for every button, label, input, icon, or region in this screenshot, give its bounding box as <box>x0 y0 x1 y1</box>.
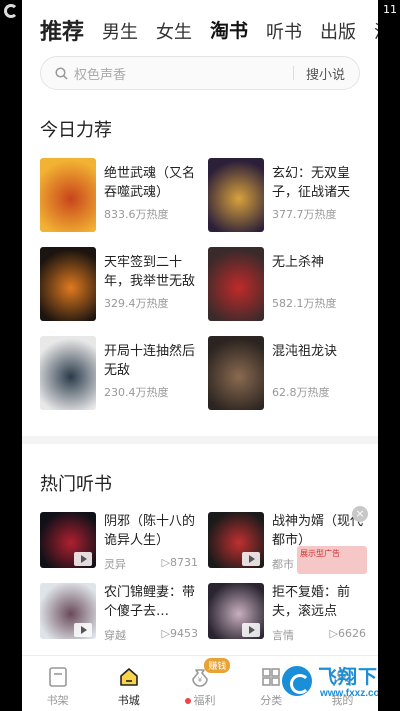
search-button[interactable]: 搜小说 <box>294 64 359 83</box>
nav-label: 福利 <box>164 692 235 708</box>
book-card[interactable]: 天牢签到二十年，我举世无敌 329.4万热度 <box>40 247 200 323</box>
app-screen: 推荐 男生 女生 淘书 听书 出版 漫 权色声香 搜小说 今日力荐 绝世武魂（又… <box>22 0 378 711</box>
bookstore-icon <box>119 668 138 686</box>
book-heat: 230.4万热度 <box>104 386 169 399</box>
nav-label: 书城 <box>117 694 140 707</box>
tab-comic[interactable]: 漫 <box>374 18 378 46</box>
tab-publish[interactable]: 出版 <box>320 18 356 46</box>
book-cover[interactable] <box>40 336 96 410</box>
tab-audiobook[interactable]: 听书 <box>266 18 302 46</box>
audiobook-plays: ▷8731 <box>161 556 198 569</box>
audiobook-genre: 言情 <box>272 629 294 642</box>
book-title: 开局十连抽然后无敌 <box>104 344 196 378</box>
nav-welfare[interactable]: 赚钱 ¥ 福利 <box>164 656 235 711</box>
tab-female[interactable]: 女生 <box>156 18 192 46</box>
book-card[interactable]: 玄幻：无双皇子，征战诸天 377.7万热度 <box>208 158 368 234</box>
tab-recommend[interactable]: 推荐 <box>40 18 85 46</box>
book-heat: 62.8万热度 <box>272 386 330 399</box>
audiobook-meta: 穿越 ▷9453 <box>104 627 198 643</box>
audiobook-title: 战神为婿（现代都市） <box>272 514 364 548</box>
book-cover[interactable] <box>40 247 96 321</box>
ad-text: 展示型广告 <box>300 549 340 558</box>
tab-male[interactable]: 男生 <box>102 18 138 46</box>
nav-label-text: 福利 <box>193 694 216 707</box>
close-ad-icon[interactable]: × <box>352 506 368 522</box>
earn-badge: 赚钱 <box>204 658 231 673</box>
audiobook-card[interactable]: 拒不复婚：前夫，滚远点 言情 ▷6626 <box>208 583 368 649</box>
watermark-text: 飞翔下载 <box>318 667 378 688</box>
audiobook-plays: ▷9453 <box>161 627 198 640</box>
audiobook-genre: 灵异 <box>104 558 126 571</box>
nav-bookstore[interactable]: 书城 <box>93 656 164 711</box>
section-title-audio: 热门听书 <box>40 474 112 494</box>
audiobook-genre: 穿越 <box>104 629 126 642</box>
book-title: 玄幻：无双皇子，征战诸天 <box>272 166 351 200</box>
audiobook-title: 拒不复婚：前夫，滚远点 <box>272 585 351 619</box>
watermark: 飞翔下载 www.fxxz.com <box>280 660 378 710</box>
ad-banner[interactable]: 展示型广告 <box>297 546 367 574</box>
search-bar[interactable]: 权色声香 搜小说 <box>40 56 360 90</box>
book-cover[interactable] <box>208 247 264 321</box>
section-divider <box>22 436 378 444</box>
search-icon <box>55 66 68 80</box>
svg-text:¥: ¥ <box>198 676 203 684</box>
book-cover[interactable] <box>208 158 264 232</box>
tab-taoshu[interactable]: 淘书 <box>210 18 248 46</box>
bookshelf-icon <box>48 667 67 687</box>
book-heat: 329.4万热度 <box>104 297 169 310</box>
play-icon[interactable] <box>74 623 92 637</box>
book-card[interactable]: 绝世武魂（又名吞噬武魂） 833.6万热度 <box>40 158 200 234</box>
top-category-tabs: 推荐 男生 女生 淘书 听书 出版 漫 <box>22 10 378 46</box>
search-input[interactable]: 权色声香 <box>74 64 293 83</box>
book-title: 绝世武魂（又名吞噬武魂） <box>104 166 196 200</box>
audiobook-meta: 言情 ▷6626 <box>272 627 366 643</box>
watermark-logo-icon <box>280 664 314 698</box>
audiobook-title: 阴邪（陈十八的诡异人生） <box>104 514 196 548</box>
play-icon[interactable] <box>74 552 92 566</box>
book-card[interactable]: 开局十连抽然后无敌 230.4万热度 <box>40 336 200 412</box>
book-cover[interactable] <box>208 336 264 410</box>
book-title: 天牢签到二十年，我举世无敌 <box>104 255 196 289</box>
audiobook-card[interactable]: 阴邪（陈十八的诡异人生） 灵异 ▷8731 <box>40 512 200 578</box>
nav-label: 书架 <box>46 694 69 707</box>
audiobook-meta: 灵异 ▷8731 <box>104 556 198 572</box>
notification-dot <box>184 698 191 704</box>
status-time: 11 <box>383 3 397 16</box>
book-cover[interactable] <box>40 158 96 232</box>
section-title-today: 今日力荐 <box>40 120 112 140</box>
book-card[interactable]: 混沌祖龙诀 62.8万热度 <box>208 336 368 412</box>
play-icon[interactable] <box>242 623 260 637</box>
play-icon[interactable] <box>242 552 260 566</box>
book-heat: 833.6万热度 <box>104 208 169 221</box>
audiobook-genre: 都市 <box>272 558 294 571</box>
audiobook-card[interactable]: 农门锦鲤妻：带个傻子去… 穿越 ▷9453 <box>40 583 200 649</box>
audiobook-plays: ▷6626 <box>329 627 366 640</box>
book-title: 无上杀神 <box>272 255 325 270</box>
watermark-url: www.fxxz.com <box>320 688 378 699</box>
audiobook-title: 农门锦鲤妻：带个傻子去… <box>104 585 196 619</box>
right-bezel: 11 <box>378 0 400 711</box>
book-title: 混沌祖龙诀 <box>272 344 338 359</box>
book-card[interactable]: 无上杀神 582.1万热度 <box>208 247 368 323</box>
category-icon <box>262 668 281 686</box>
book-heat: 582.1万热度 <box>272 297 337 310</box>
nav-bookshelf[interactable]: 书架 <box>22 656 93 711</box>
book-heat: 377.7万热度 <box>272 208 337 221</box>
left-bezel <box>0 0 22 711</box>
app-indicator-icon <box>4 4 18 18</box>
